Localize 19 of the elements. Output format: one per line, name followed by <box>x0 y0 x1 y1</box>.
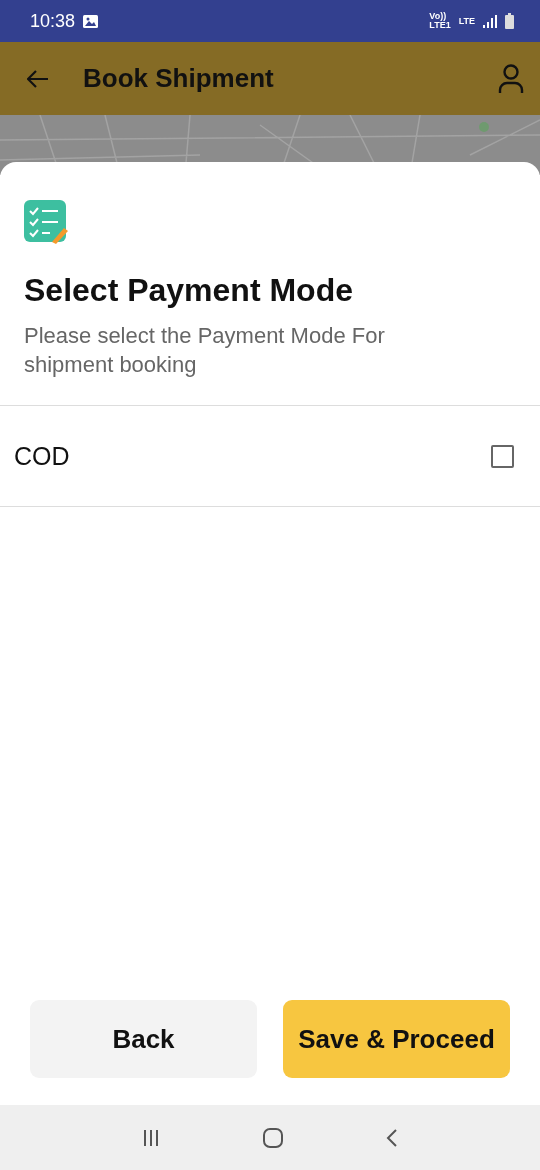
back-arrow-icon[interactable] <box>27 69 49 88</box>
home-icon[interactable] <box>262 1126 284 1149</box>
user-icon[interactable] <box>498 63 524 94</box>
network-label: LTE <box>458 16 475 26</box>
back-button[interactable]: Back <box>30 1000 257 1078</box>
network-label: LTE1 <box>429 21 451 30</box>
battery-icon <box>505 13 514 29</box>
checkbox[interactable] <box>491 444 514 468</box>
gallery-icon <box>83 14 99 28</box>
network-label: Vo)) <box>429 12 447 21</box>
back-icon[interactable] <box>385 1127 400 1148</box>
sheet-title: Select Payment Mode <box>24 272 354 309</box>
signal-icon <box>483 14 497 28</box>
status-time: 10:38 <box>30 10 76 32</box>
payment-option-label: COD <box>14 441 70 471</box>
sheet-subtitle: Please select the Payment Mode For shipment booking <box>24 322 386 379</box>
app-bar-title: Book Shipment <box>83 63 274 94</box>
proceed-button[interactable]: Save & Proceed <box>283 1000 510 1078</box>
checklist-icon <box>24 200 68 244</box>
